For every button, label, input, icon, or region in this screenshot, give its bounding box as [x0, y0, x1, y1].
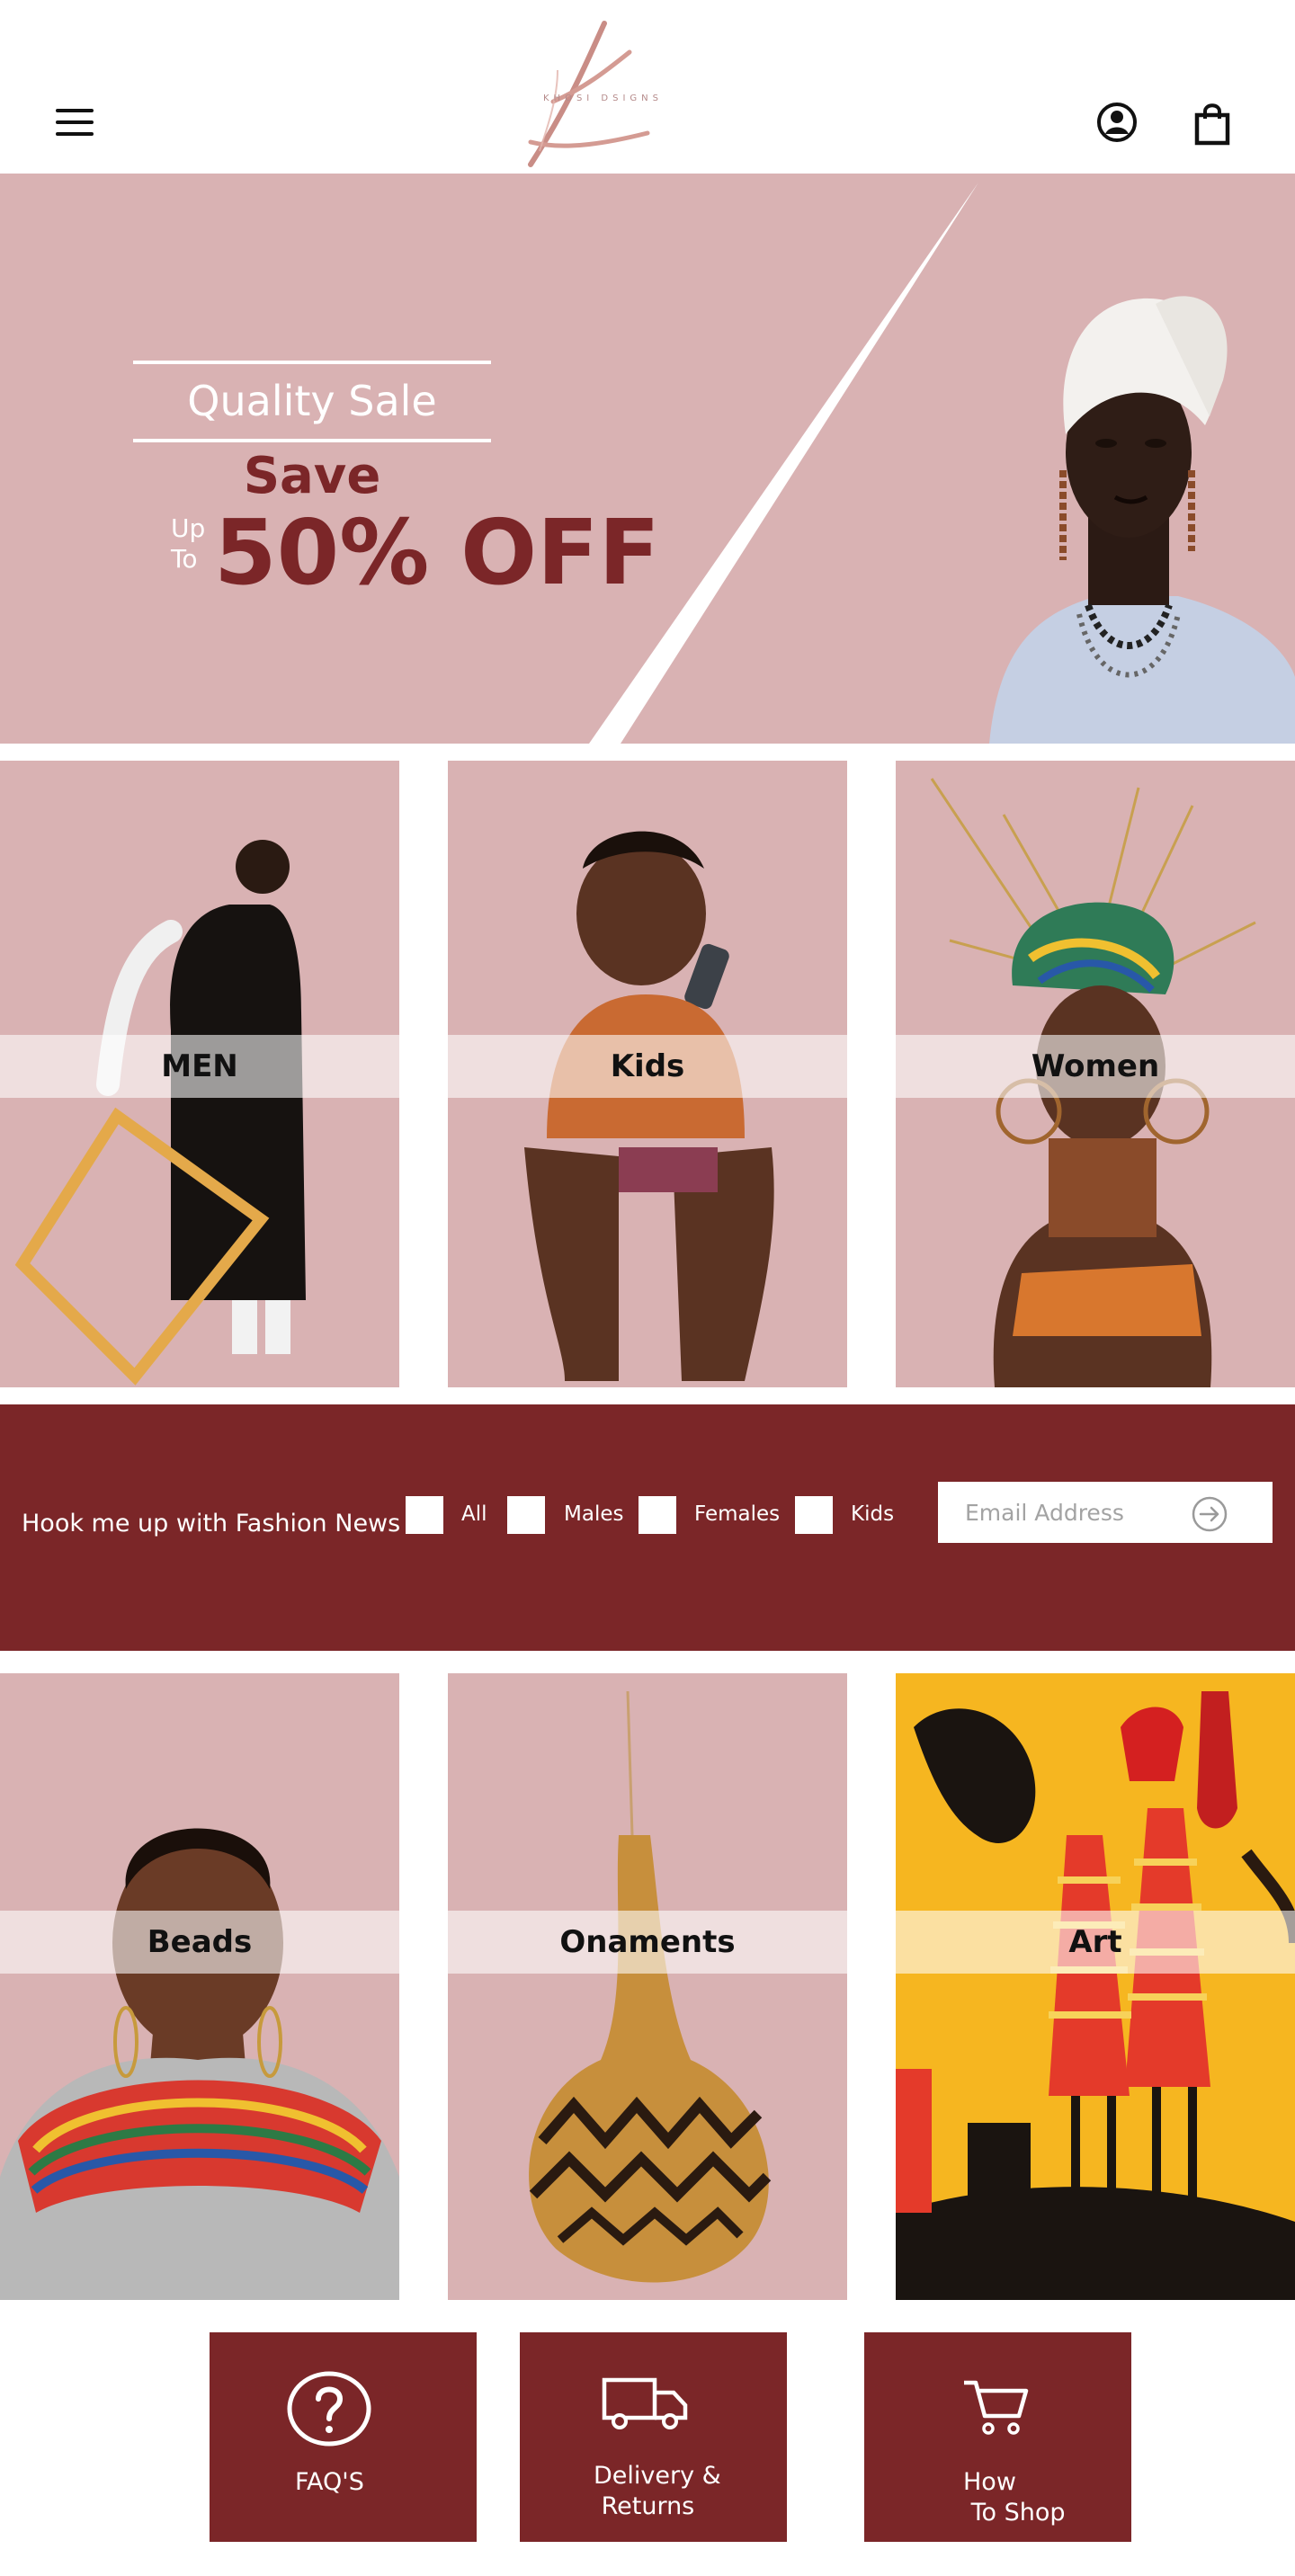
checkbox-all[interactable]	[406, 1496, 443, 1534]
submit-arrow-icon	[1192, 1496, 1228, 1532]
hero-save-text: Save	[243, 447, 381, 505]
hero-upto-text: Up To	[171, 513, 205, 575]
hero-up-word: Up	[171, 513, 206, 543]
checkbox-label-males: Males	[564, 1502, 624, 1526]
delivery-truck-icon	[602, 2377, 688, 2429]
faq-label: FAQ'S	[295, 2468, 364, 2496]
email-input[interactable]	[965, 1482, 1208, 1543]
faq-button[interactable]: FAQ'S	[210, 2332, 477, 2542]
shopping-bag-icon	[1194, 103, 1230, 146]
category-band: Kids	[448, 1035, 847, 1098]
delivery-returns-label: Delivery & Returns	[594, 2462, 721, 2520]
newsletter-title: Hook me up with Fashion News	[22, 1510, 401, 1538]
checkbox-kids[interactable]	[795, 1496, 833, 1534]
checkbox-females[interactable]	[639, 1496, 676, 1534]
how-to-shop-button[interactable]: How To Shop	[864, 2332, 1131, 2542]
category-tile-kids[interactable]: Kids	[448, 761, 847, 1387]
product-label-art: Art	[1068, 1924, 1122, 1960]
question-circle-icon	[287, 2371, 371, 2447]
product-band: Art	[896, 1911, 1295, 1974]
account-icon[interactable]	[1096, 102, 1138, 143]
shopping-cart-icon	[964, 2380, 1029, 2435]
category-band: MEN	[0, 1035, 399, 1098]
category-label-kids: Kids	[610, 1048, 685, 1084]
product-band: Onaments	[448, 1911, 847, 1974]
user-circle-icon	[1097, 103, 1137, 142]
brand-logo[interactable]: KHOSI DSIGNS	[504, 16, 683, 169]
arrow-right-circle-icon[interactable]	[1191, 1495, 1228, 1533]
category-tile-women[interactable]: Women	[896, 761, 1295, 1387]
product-tile-beads[interactable]: Beads	[0, 1673, 399, 2300]
product-label-ornaments: Onaments	[559, 1924, 736, 1960]
category-label-women: Women	[1031, 1048, 1160, 1084]
delivery-returns-button[interactable]: Delivery & Returns	[520, 2332, 787, 2542]
product-tile-ornaments[interactable]: Onaments	[448, 1673, 847, 2300]
logo-text: KHOSI DSIGNS	[543, 94, 663, 103]
product-band: Beads	[0, 1911, 399, 1974]
product-tile-art[interactable]: Art	[896, 1673, 1295, 2300]
hero-title: Quality Sale	[187, 377, 437, 425]
category-label-men: MEN	[161, 1048, 238, 1084]
hamburger-menu-icon[interactable]	[56, 109, 94, 139]
hero-discount: 50% OFF	[214, 500, 660, 605]
category-tile-men[interactable]: MEN	[0, 761, 399, 1387]
logo-brush-icon	[528, 21, 650, 167]
hero-top-rule	[133, 361, 491, 364]
hero-bottom-rule	[133, 439, 491, 442]
hero-banner[interactable]: Quality Sale Save Up To 50% OFF	[0, 174, 1295, 744]
checkbox-label-kids: Kids	[851, 1502, 895, 1526]
checkbox-males[interactable]	[507, 1496, 545, 1534]
hero-to-word: To	[171, 544, 198, 574]
category-band: Women	[896, 1035, 1295, 1098]
beads-model-image	[0, 1828, 399, 2300]
african-art-image	[896, 1673, 1295, 2300]
shopping-bag-button[interactable]	[1193, 101, 1231, 146]
checkbox-label-all: All	[461, 1502, 487, 1526]
how-to-shop-label: How To Shop	[963, 2468, 1066, 2527]
site-header: KHOSI DSIGNS	[0, 0, 1295, 174]
gourd-ornament-image	[529, 1690, 772, 2283]
product-label-beads: Beads	[147, 1924, 253, 1960]
checkbox-label-females: Females	[694, 1502, 781, 1526]
hero-model-image	[989, 296, 1295, 744]
